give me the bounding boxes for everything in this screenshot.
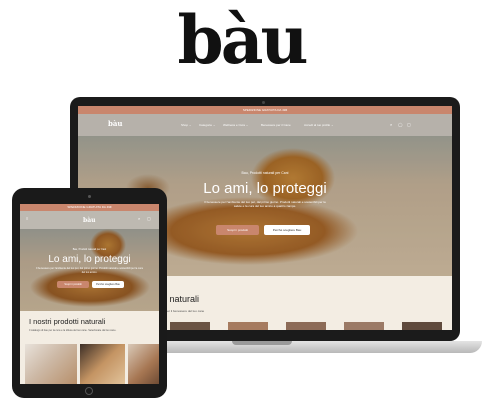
why-bau-button[interactable]: Perché scegliere Bau [92,281,124,288]
why-bau-button[interactable]: Perché scegliere Bau [264,225,310,235]
tablet-camera [88,195,91,198]
brand-logo: bàu [177,1,309,79]
search-icon[interactable]: ⌕ [390,122,392,127]
product-thumbnail[interactable] [286,322,326,330]
hero-title: Lo ami, lo proteggi [48,254,131,265]
tablet-screen: SPEDIZIONE GRATUITA DA 49€ ≡ bàu ⌕ ▢ Bau… [20,204,159,384]
site-brand[interactable]: bàu [83,217,95,224]
cart-icon[interactable]: ▢ [147,216,151,221]
shop-products-button[interactable]: Scopri i prodotti [216,225,259,235]
section-subtitle: Il catalogo di bau per la cura e la dife… [29,329,117,332]
hero-subtitle: Il benessere per l'ambiente del tuo pet,… [36,267,143,274]
product-thumbnail[interactable] [344,322,384,330]
section-title: I nostri prodotti naturali [29,317,106,326]
shop-products-button[interactable]: Scopri i prodotti [57,281,89,288]
menu-icon[interactable]: ≡ [26,216,28,221]
nav-shop[interactable]: Shop ⌄ [181,123,191,127]
announcement-bar: SPEDIZIONE GRATUITA DA 49€ [78,106,452,114]
product-thumbnail[interactable] [170,322,210,330]
product-thumbnail[interactable] [402,322,442,330]
nav-account[interactable]: Accedi al tuo profilo ⌄ [304,123,334,127]
product-thumbnail[interactable] [80,344,125,384]
hero-tagline: Bau, Prodotti naturali per Cani [72,248,107,251]
nav-categorie[interactable]: Categorie ⌄ [199,123,215,127]
product-thumbnail[interactable] [25,344,77,384]
cart-icon[interactable]: ▢ [407,122,411,127]
product-thumbnail[interactable] [228,322,268,330]
laptop-notch [232,341,292,345]
search-icon[interactable]: ⌕ [138,216,140,221]
site-brand[interactable]: bàu [108,119,123,128]
hero-tagline: Bau, Prodotti naturali per Cani [241,171,289,175]
account-icon[interactable]: ◯ [398,122,402,127]
nav-benessere[interactable]: Benessere per il Cane [261,123,291,127]
laptop-camera [262,101,265,104]
announcement-bar: SPEDIZIONE GRATUITA DA 49€ [20,204,159,211]
nav-wellness[interactable]: Wellness e Cura ⌄ [223,123,248,127]
hero-subtitle: Il benessere per l'ambiente del tuo pet,… [204,200,326,208]
tablet-home-button [85,387,93,395]
product-thumbnail[interactable] [128,344,159,384]
